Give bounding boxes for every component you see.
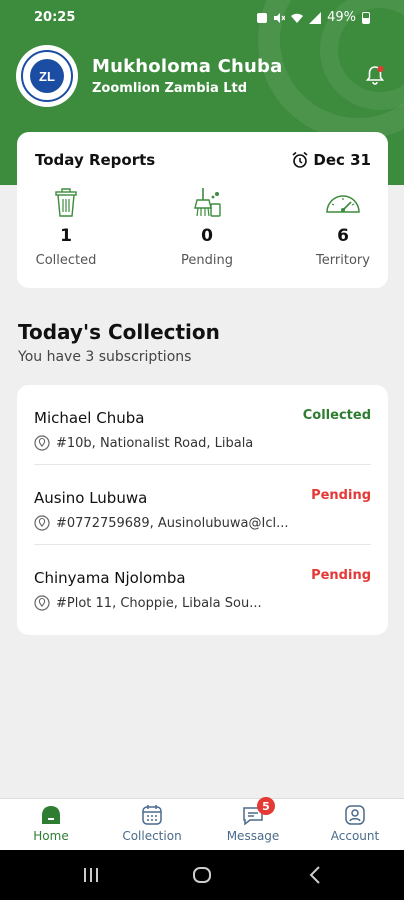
- wifi-icon: [291, 13, 304, 23]
- customer-address: #10b, Nationalist Road, Libala: [34, 435, 253, 451]
- alarm-icon: [257, 12, 268, 23]
- user-name: Mukholoma Chuba: [92, 56, 283, 77]
- status-badge: Pending: [311, 568, 371, 583]
- trash-bin-icon: [55, 188, 77, 217]
- list-item[interactable]: Chinyama Njolomba Pending #Plot 11, Chop…: [34, 545, 371, 625]
- company-logo[interactable]: ZL: [16, 45, 78, 107]
- user-company: Zoomlion Zambia Ltd: [92, 81, 248, 96]
- metric-label: Territory: [316, 253, 370, 268]
- metric-value: 6: [337, 226, 349, 246]
- account-icon: [345, 805, 365, 825]
- collection-subtitle: You have 3 subscriptions: [18, 349, 192, 365]
- cleaning-broom-icon: [194, 188, 221, 217]
- status-badge: Pending: [311, 488, 371, 503]
- metric-label: Pending: [181, 253, 233, 268]
- nav-item-account[interactable]: Account: [315, 803, 395, 843]
- list-item[interactable]: Michael Chuba Collected #10b, Nationalis…: [34, 385, 371, 465]
- bottom-nav: Home Collection 5 Message Account: [0, 797, 404, 850]
- customer-address: #0772759689, Ausinolubuwa@Icl...: [34, 515, 289, 531]
- nav-label: Account: [330, 829, 380, 843]
- reports-date: Dec 31: [291, 151, 371, 169]
- logo-ring: ZL: [21, 50, 73, 102]
- customer-address: #Plot 11, Choppie, Libala Sou...: [34, 595, 262, 611]
- status-icons: 49%: [257, 10, 370, 25]
- collection-title: Today's Collection: [18, 320, 220, 344]
- metric-collected: 1 Collected: [11, 186, 121, 268]
- battery-percent: 49%: [327, 10, 356, 25]
- alarm-clock-icon: [292, 151, 308, 168]
- reports-date-text: Dec 31: [313, 151, 371, 169]
- battery-icon: [362, 11, 370, 24]
- nav-item-message[interactable]: 5 Message: [213, 797, 293, 843]
- customer-name: Ausino Lubuwa: [34, 489, 148, 507]
- nav-label: Message: [226, 829, 280, 843]
- status-time: 20:25: [34, 10, 76, 25]
- customer-name: Michael Chuba: [34, 409, 145, 427]
- status-bar: 20:25 49%: [0, 0, 404, 36]
- nav-label: Collection: [122, 829, 182, 843]
- back-icon[interactable]: [308, 865, 322, 885]
- logo-text: ZL: [30, 59, 64, 93]
- metric-territory: 6 Territory: [288, 186, 398, 268]
- home-icon: [42, 806, 60, 824]
- message-count-badge: 5: [257, 797, 275, 815]
- signal-icon: [309, 11, 322, 24]
- home-button-icon[interactable]: [192, 865, 212, 885]
- status-badge: Collected: [302, 408, 371, 423]
- mute-icon: [274, 12, 286, 23]
- reports-title: Today Reports: [35, 151, 156, 169]
- metric-value: 0: [201, 226, 213, 246]
- metric-value: 1: [60, 226, 72, 246]
- location-pin-icon: [34, 435, 50, 451]
- address-text: #0772759689, Ausinolubuwa@Icl...: [56, 515, 289, 531]
- speedometer-icon: [326, 195, 360, 213]
- location-pin-icon: [34, 595, 50, 611]
- customer-name: Chinyama Njolomba: [34, 569, 186, 587]
- location-pin-icon: [34, 515, 50, 531]
- system-nav-bar: [0, 850, 404, 900]
- list-item[interactable]: Ausino Lubuwa Pending #0772759689, Ausin…: [34, 465, 371, 545]
- nav-item-home[interactable]: Home: [11, 803, 91, 843]
- calendar-icon: [142, 805, 162, 825]
- nav-label: Home: [33, 829, 69, 843]
- collection-list: Michael Chuba Collected #10b, Nationalis…: [17, 385, 388, 635]
- message-icon-wrap: 5: [241, 797, 275, 827]
- today-reports-card: Today Reports Dec 31 1 Collected 0 Pendi…: [17, 132, 388, 288]
- address-text: #Plot 11, Choppie, Libala Sou...: [56, 595, 262, 611]
- recent-apps-icon[interactable]: [82, 865, 100, 885]
- metric-pending: 0 Pending: [152, 186, 262, 268]
- metric-label: Collected: [35, 253, 97, 268]
- nav-item-collection[interactable]: Collection: [112, 803, 192, 843]
- notification-bell-icon[interactable]: [364, 64, 386, 86]
- address-text: #10b, Nationalist Road, Libala: [56, 435, 254, 451]
